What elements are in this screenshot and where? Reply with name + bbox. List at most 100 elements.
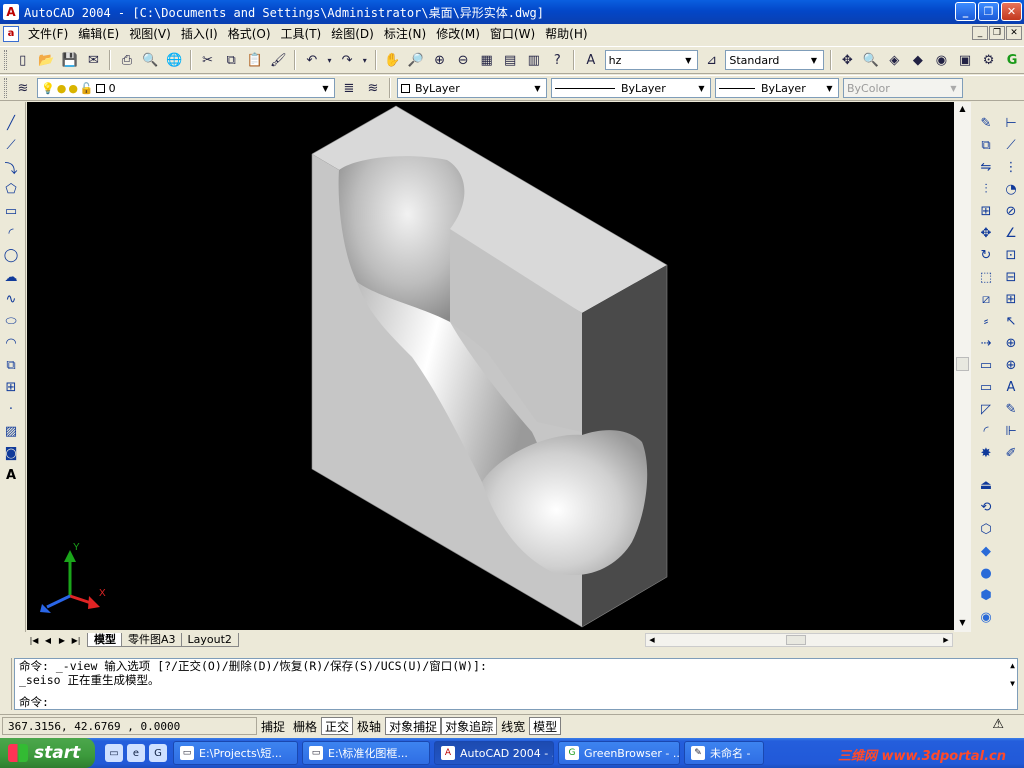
menu-help[interactable]: 帮助(H) bbox=[540, 24, 592, 44]
continue-dim-icon[interactable]: ⊞ bbox=[1000, 288, 1022, 310]
quick-dim-icon[interactable]: ⊡ bbox=[1000, 244, 1022, 266]
last-tab-icon[interactable]: ▶| bbox=[69, 633, 83, 647]
layer-select[interactable]: 💡 ● ● 🔓 0 ▼ bbox=[37, 78, 335, 98]
osnap-toggle[interactable]: 对象捕捉 bbox=[385, 716, 442, 735]
menu-edit[interactable]: 编辑(E) bbox=[73, 24, 124, 44]
dim-edit-icon[interactable]: A bbox=[1000, 376, 1022, 398]
lineweight-toggle[interactable]: 线宽 bbox=[497, 717, 529, 735]
vertical-scroll-thumb[interactable] bbox=[956, 357, 969, 371]
pan-icon[interactable]: ✋ bbox=[382, 49, 404, 71]
tool-palettes-icon[interactable]: ▥ bbox=[523, 49, 545, 71]
dim-style-icon[interactable]: ⊿ bbox=[701, 49, 723, 71]
render-icon[interactable]: ◈ bbox=[884, 49, 906, 71]
menu-file[interactable]: 文件(F) bbox=[23, 24, 73, 44]
torus-icon[interactable]: ◉ bbox=[975, 606, 997, 628]
menu-modify[interactable]: 修改(M) bbox=[431, 24, 485, 44]
tool-icon[interactable]: ⚙ bbox=[978, 49, 1000, 71]
command-window[interactable]: 命令: _-view 输入选项 [?/正交(O)/删除(D)/恢复(R)/保存(… bbox=[14, 658, 1018, 710]
autocad-app-icon[interactable]: A bbox=[3, 4, 19, 20]
linear-dim-icon[interactable]: ⊢ bbox=[1000, 112, 1022, 134]
break-icon[interactable]: ▭ bbox=[975, 354, 997, 376]
command-window-grip[interactable] bbox=[2, 658, 12, 710]
prev-tab-icon[interactable]: ◀ bbox=[41, 633, 55, 647]
diameter-dim-icon[interactable]: ⊘ bbox=[1000, 200, 1022, 222]
stretch-icon[interactable]: ⧄ bbox=[975, 288, 997, 310]
text-style-icon[interactable]: A bbox=[580, 49, 602, 71]
menu-insert[interactable]: 插入(I) bbox=[176, 24, 223, 44]
explode-icon[interactable]: ✸ bbox=[975, 442, 997, 464]
tolerance-icon[interactable]: ⊕ bbox=[1000, 332, 1022, 354]
doc-close-button[interactable]: ✕ bbox=[1006, 26, 1022, 40]
dim-style-select[interactable]: Standard ▼ bbox=[725, 50, 824, 70]
first-tab-icon[interactable]: |◀ bbox=[27, 633, 41, 647]
scroll-down-icon[interactable]: ▼ bbox=[1010, 679, 1015, 688]
drawing-viewport[interactable]: Y X bbox=[27, 102, 954, 630]
grid-toggle[interactable]: 栅格 bbox=[289, 717, 321, 735]
document-icon[interactable]: a bbox=[3, 26, 19, 42]
zoom-3d-icon[interactable]: 🔍 bbox=[860, 49, 882, 71]
circle-icon[interactable]: ◯ bbox=[0, 244, 22, 266]
extrude-icon[interactable]: ⏏ bbox=[975, 474, 997, 496]
menu-draw[interactable]: 绘图(D) bbox=[326, 24, 379, 44]
help-icon[interactable]: ? bbox=[547, 49, 569, 71]
horizontal-scroll-thumb[interactable] bbox=[786, 635, 806, 645]
menu-window[interactable]: 窗口(W) bbox=[485, 24, 540, 44]
point-icon[interactable]: · bbox=[0, 398, 22, 420]
ortho-toggle[interactable]: 正交 bbox=[321, 716, 354, 735]
scroll-up-icon[interactable]: ▲ bbox=[1010, 661, 1015, 670]
center-mark-icon[interactable]: ⊕ bbox=[1000, 354, 1022, 376]
linetype-select[interactable]: ByLayer ▼ bbox=[551, 78, 711, 98]
box-icon[interactable]: ⬡ bbox=[975, 518, 997, 540]
restore-button[interactable]: ❐ bbox=[978, 2, 999, 21]
spline-icon[interactable]: ∿ bbox=[0, 288, 22, 310]
close-button[interactable]: ✕ bbox=[1001, 2, 1022, 21]
mirror-icon[interactable]: ⇋ bbox=[975, 156, 997, 178]
print-icon[interactable]: ⎙ bbox=[116, 49, 138, 71]
zoom-previous-icon[interactable]: ⊖ bbox=[452, 49, 474, 71]
sphere-icon[interactable]: ● bbox=[975, 562, 997, 584]
camera-icon[interactable]: ◉ bbox=[931, 49, 953, 71]
aligned-dim-icon[interactable]: ⟋ bbox=[1000, 134, 1022, 156]
revolve-icon[interactable]: ⟲ bbox=[975, 496, 997, 518]
task-standard-frame-folder[interactable]: ▭ E:\标准化图框... bbox=[302, 741, 430, 765]
revision-cloud-icon[interactable]: ☁ bbox=[0, 266, 22, 288]
orbit-icon[interactable]: ✥ bbox=[837, 49, 859, 71]
dim-style-tool-icon[interactable]: ✐ bbox=[1000, 442, 1022, 464]
shade-icon[interactable]: ◆ bbox=[907, 49, 929, 71]
scroll-down-icon[interactable]: ▼ bbox=[954, 616, 971, 630]
fillet-icon[interactable]: ◜ bbox=[975, 420, 997, 442]
scroll-right-icon[interactable]: ▶ bbox=[940, 634, 952, 646]
radius-dim-icon[interactable]: ◔ bbox=[1000, 178, 1022, 200]
scale-icon[interactable]: ⬚ bbox=[975, 266, 997, 288]
doc-restore-button[interactable]: ❐ bbox=[989, 26, 1005, 40]
menu-view[interactable]: 视图(V) bbox=[124, 24, 176, 44]
command-prompt[interactable]: 命令: bbox=[19, 695, 49, 709]
communication-center-icon[interactable]: ⚠ bbox=[992, 717, 1004, 732]
lineweight-select[interactable]: ByLayer ▼ bbox=[715, 78, 839, 98]
ellipse-arc-icon[interactable]: ◠ bbox=[0, 332, 22, 354]
task-projects-folder[interactable]: ▭ E:\Projects\短... bbox=[173, 741, 298, 765]
solid-box-icon[interactable]: ◆ bbox=[975, 540, 997, 562]
undo-dropdown-icon[interactable]: ▾ bbox=[325, 49, 335, 71]
greenbrowser-quicklaunch-icon[interactable]: G bbox=[149, 744, 167, 762]
task-greenbrowser[interactable]: G GreenBrowser - ... bbox=[558, 741, 680, 765]
undo-icon[interactable]: ↶ bbox=[301, 49, 323, 71]
copy-object-icon[interactable]: ⧉ bbox=[975, 134, 997, 156]
publish-web-icon[interactable]: 🌐 bbox=[163, 49, 185, 71]
properties-icon[interactable]: ▦ bbox=[476, 49, 498, 71]
vertical-scrollbar[interactable]: ▲ ▼ bbox=[954, 102, 971, 632]
design-center-icon[interactable]: ▤ bbox=[499, 49, 521, 71]
scroll-left-icon[interactable]: ◀ bbox=[646, 634, 658, 646]
chamfer-icon[interactable]: ◸ bbox=[975, 398, 997, 420]
toolbar-grip[interactable] bbox=[4, 50, 7, 70]
snap-toggle[interactable]: 捕捉 bbox=[257, 717, 289, 735]
polyline-icon[interactable]: ⤵ bbox=[0, 156, 22, 178]
polygon-icon[interactable]: ⬠ bbox=[0, 178, 22, 200]
horizontal-scrollbar[interactable]: ◀ ▶ bbox=[645, 633, 953, 647]
extend-icon[interactable]: ⇢ bbox=[975, 332, 997, 354]
otrack-toggle[interactable]: 对象追踪 bbox=[441, 716, 498, 735]
make-block-icon[interactable]: ⊞ bbox=[0, 376, 22, 398]
match-properties-icon[interactable]: 🖌 bbox=[267, 49, 289, 71]
offset-icon[interactable]: ⫶ bbox=[975, 178, 997, 200]
layer-previous-icon[interactable]: ≋ bbox=[362, 77, 384, 99]
